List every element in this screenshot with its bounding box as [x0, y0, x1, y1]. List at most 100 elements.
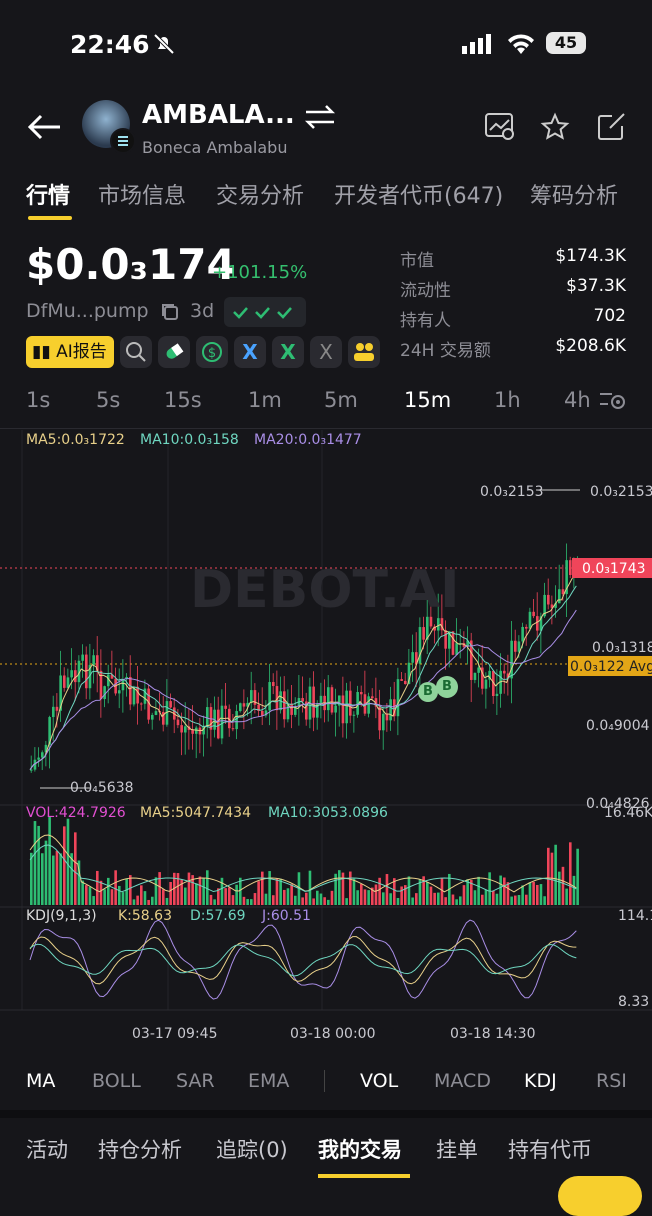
volume-bar [499, 875, 502, 905]
tf-1s[interactable]: 1s [26, 388, 50, 412]
chart-settings-icon[interactable] [598, 386, 628, 418]
volume-bar [477, 876, 480, 905]
sec-tab-underline [318, 1174, 410, 1178]
volume-bar [275, 878, 279, 905]
svg-text:X: X [280, 340, 296, 364]
ind-ma[interactable]: MA [26, 1070, 55, 1092]
sec-my-trades[interactable]: 我的交易 [318, 1134, 402, 1164]
volume-bar [517, 895, 521, 905]
volume-bar [462, 885, 466, 905]
tf-1h[interactable]: 1h [494, 388, 521, 412]
x-twitter-blue-icon[interactable]: X [234, 336, 266, 368]
tab-market[interactable]: 行情 [26, 178, 70, 210]
volume-bar [246, 899, 249, 905]
candle-body [404, 680, 407, 684]
mute-bell-icon [152, 32, 176, 60]
tab-chip-analysis[interactable]: 筹码分析 [530, 178, 618, 210]
sec-held-tokens[interactable]: 持有代币 [508, 1134, 592, 1164]
search-icon[interactable] [120, 336, 152, 368]
volume-bar [74, 832, 77, 905]
tf-15s[interactable]: 15s [164, 388, 202, 412]
volume-bar [481, 894, 484, 905]
volume-bar [198, 876, 202, 905]
volume-bar [158, 872, 161, 905]
volume-bar [151, 896, 154, 905]
chart-watch-icon[interactable] [484, 112, 516, 146]
pill-icon[interactable] [158, 336, 190, 368]
volume-bar [305, 892, 308, 905]
volume-bar [356, 890, 359, 905]
volume-bar [187, 872, 191, 905]
candle-body [525, 626, 528, 629]
ind-macd[interactable]: MACD [434, 1070, 491, 1092]
back-arrow-icon[interactable] [26, 112, 62, 146]
sec-activity[interactable]: 活动 [26, 1134, 68, 1164]
volume-bar [554, 844, 557, 905]
tf-15m[interactable]: 15m [404, 388, 451, 412]
ind-ema[interactable]: EMA [248, 1070, 289, 1092]
swap-icon[interactable] [304, 104, 336, 134]
tf-1m[interactable]: 1m [248, 388, 282, 412]
volume-bar [114, 870, 117, 905]
candle-body [503, 670, 506, 674]
candle-body [191, 729, 194, 734]
tab-trade-analysis[interactable]: 交易分析 [216, 178, 304, 210]
buy-marker-1[interactable]: B [418, 682, 438, 702]
tf-5m[interactable]: 5m [324, 388, 358, 412]
x-twitter-green-icon[interactable]: X [272, 336, 304, 368]
kdj-d-legend: D:57.69 [190, 908, 246, 924]
volume-bar [70, 853, 73, 905]
candle-body [455, 643, 458, 655]
tab-market-info[interactable]: 市场信息 [98, 178, 186, 210]
volume-bar [154, 877, 158, 905]
svg-text:$: $ [208, 346, 216, 361]
floating-action-button[interactable] [558, 1176, 642, 1216]
candlestick-chart[interactable] [0, 430, 652, 1062]
ind-boll[interactable]: BOLL [92, 1070, 141, 1092]
volume-bar [99, 880, 103, 905]
token-address[interactable]: DfMu...pump [26, 300, 149, 322]
candle-body [272, 682, 275, 687]
volume-bar [261, 871, 264, 905]
candle-body [477, 667, 480, 673]
candle-body [360, 692, 363, 695]
ind-rsi[interactable]: RSI [596, 1070, 627, 1092]
volume-bar [37, 825, 40, 905]
volume-bar [110, 889, 114, 905]
buy-marker-2[interactable]: B [436, 676, 458, 698]
volume-bar [473, 890, 477, 905]
indicator-tabs: MA BOLL SAR EMA VOL MACD KDJ RSI [0, 1064, 652, 1098]
volume-bar [202, 878, 205, 905]
volume-bar [125, 879, 128, 905]
sec-tracking[interactable]: 追踪(0) [216, 1134, 288, 1164]
sec-orders[interactable]: 挂单 [436, 1134, 478, 1164]
tab-underline [28, 216, 72, 220]
ai-report-button[interactable]: ▮▮ AI报告 [26, 336, 114, 368]
copy-icon[interactable] [160, 302, 180, 326]
community-icon[interactable] [348, 336, 380, 368]
x-twitter-gray-icon[interactable]: X [310, 336, 342, 368]
share-edit-icon[interactable] [596, 112, 626, 146]
star-icon[interactable] [540, 112, 570, 146]
svg-text:X: X [319, 340, 333, 364]
sec-holdings-analysis[interactable]: 持仓分析 [98, 1134, 182, 1164]
ind-kdj[interactable]: KDJ [524, 1070, 557, 1092]
candle-body [151, 714, 154, 720]
volume-bar [66, 818, 70, 905]
tf-4h[interactable]: 4h [564, 388, 591, 412]
tab-dev-tokens[interactable]: 开发者代币(647) [334, 178, 503, 210]
status-time: 22:46 [70, 30, 150, 59]
tf-5s[interactable]: 5s [96, 388, 120, 412]
candle-body [484, 679, 488, 689]
ind-sar[interactable]: SAR [176, 1070, 215, 1092]
ind-vol[interactable]: VOL [360, 1070, 398, 1092]
candle-body [176, 719, 180, 726]
volume-bar [466, 879, 469, 905]
ma10-legend: MA10:0.0₃158 [140, 432, 239, 448]
volume-bar [360, 884, 363, 905]
volume-bar [352, 878, 356, 905]
security-checks-badge [224, 297, 306, 327]
dollar-icon[interactable]: $ [196, 336, 228, 368]
volume-bar [118, 885, 121, 905]
ai-report-label: AI报告 [56, 342, 107, 362]
